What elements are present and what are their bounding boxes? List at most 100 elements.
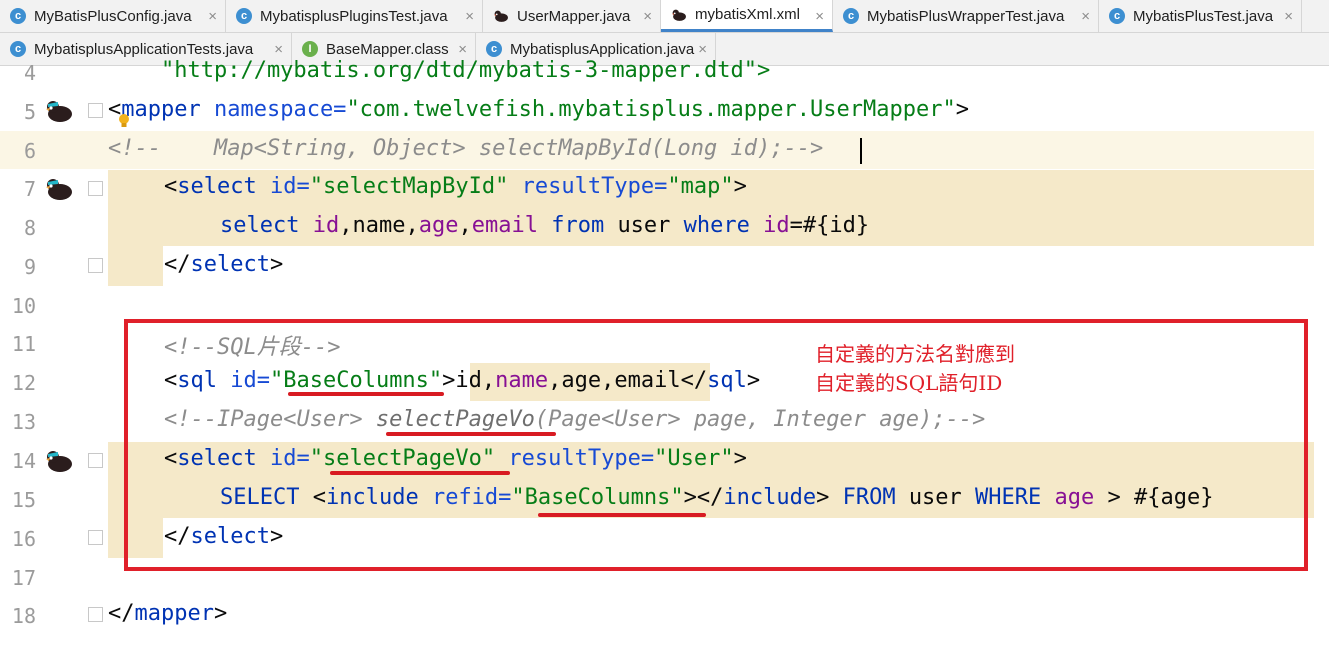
resulttype-attr: resultType= (508, 174, 668, 199)
lightbulb-icon[interactable] (117, 112, 131, 130)
tag-bracket: < (164, 174, 178, 199)
sql-table: user (617, 213, 671, 238)
text-caret (860, 138, 862, 164)
tab-label: UserMapper.java (517, 7, 631, 25)
line-number: 11 (11, 332, 36, 356)
tab-mybatisxml-xml[interactable]: mybatisXml.xml × (661, 0, 833, 32)
tab-mybatisplusconfig-java[interactable]: c MyBatisPlusConfig.java × (0, 0, 226, 32)
code-editor[interactable]: 4 "http://mybatis.org/dtd/mybatis-3-mapp… (0, 58, 1329, 648)
line-number: 16 (11, 527, 36, 551)
mybatis-navigate-icon[interactable] (44, 98, 74, 124)
code-line-7: 7 <select id="selectMapById" resultType=… (0, 170, 1329, 209)
code-text: <!-- Map<String, Object> selectMapById(L… (108, 136, 823, 161)
fold-end-icon[interactable] (88, 530, 103, 545)
code-line-9: 9 </select> (0, 248, 1329, 287)
code-text: <select id="selectMapById" resultType="m… (164, 174, 747, 199)
code-text: </select> (164, 252, 283, 277)
tag-bracket: > (269, 252, 284, 277)
line-number: 8 (23, 216, 36, 240)
line-number: 5 (23, 100, 36, 124)
namespace-value: "com.twelvefish.mybatisplus.mapper.UserM… (346, 97, 956, 122)
select-tag: select (177, 174, 257, 199)
sql-keyword: from (551, 213, 605, 238)
line-number: 12 (11, 371, 36, 395)
close-icon[interactable]: × (1081, 8, 1090, 25)
fold-toggle-icon[interactable] (88, 181, 103, 196)
line-number: 7 (23, 177, 36, 201)
close-icon[interactable]: × (1284, 8, 1293, 25)
sql-column: id (763, 213, 790, 238)
tab-label: MybatisPlusWrapperTest.java (867, 7, 1065, 25)
code-line-6: 6 <!-- Map<String, Object> selectMapById… (0, 132, 1329, 171)
sql-column: age (418, 213, 459, 238)
dtd-url: "http://mybatis.org/dtd/mybatis-3-mapper… (108, 58, 771, 83)
close-icon[interactable]: × (208, 8, 217, 25)
id-attr: id= (256, 174, 310, 199)
fold-toggle-icon[interactable] (88, 103, 103, 118)
close-icon[interactable]: × (465, 8, 474, 25)
tab-mybatisplustest-java[interactable]: c MybatisPlusTest.java × (1099, 0, 1302, 32)
annotation-text-line-1: 自定義的方法名對應到 (815, 342, 1015, 366)
selectpagevo-underline (330, 471, 510, 475)
mapper-tag: mapper (134, 601, 214, 626)
tag-bracket: </ (108, 601, 135, 626)
code-text: select id,name,age,email from user where… (220, 213, 869, 238)
class-icon: c (1109, 8, 1125, 24)
line-number: 17 (11, 566, 36, 590)
annotation-box (124, 319, 1308, 571)
line-number: 14 (11, 449, 36, 473)
line-number: 9 (23, 255, 36, 279)
sql-param: =#{id} (789, 213, 870, 238)
select-tag: select (190, 252, 270, 277)
line-number: 10 (11, 294, 36, 318)
line-number: 18 (11, 604, 36, 628)
comma: , (458, 213, 472, 238)
mybatis-navigate-icon[interactable] (44, 176, 74, 202)
code-line-18: 18 </mapper> (0, 597, 1329, 636)
id-value: "selectMapById" (309, 174, 509, 199)
mybatis-bird-icon (493, 8, 509, 24)
basecolumns-underline (288, 392, 444, 396)
annotation-text-line-2: 自定義的SQL語句ID (815, 371, 1003, 395)
tag-bracket: > (213, 601, 228, 626)
tab-label: mybatisXml.xml (695, 6, 801, 23)
line-number: 13 (11, 410, 36, 434)
namespace-attr: namespace= (200, 97, 347, 122)
tag-bracket: > (733, 174, 747, 199)
mybatis-bird-icon (671, 7, 687, 23)
tag-bracket: > (955, 97, 969, 122)
comma: , (405, 213, 419, 238)
mapper-tag: mapper (121, 97, 201, 122)
mybatis-navigate-icon[interactable] (44, 448, 74, 474)
class-icon: c (236, 8, 252, 24)
sql-column: name (352, 213, 406, 238)
sql-keyword: where (683, 213, 750, 238)
code-line-8: 8 select id,name,age,email from user whe… (0, 209, 1329, 248)
fold-end-icon[interactable] (88, 607, 103, 622)
sql-column: email (471, 213, 538, 238)
fold-end-icon[interactable] (88, 258, 103, 273)
tab-label: MyBatisPlusConfig.java (34, 7, 192, 25)
code-text: "http://mybatis.org/dtd/mybatis-3-mapper… (108, 58, 770, 83)
code-text: </mapper> (108, 601, 227, 626)
code-text: <mapper namespace="com.twelvefish.mybati… (108, 97, 969, 122)
tab-usermapper-java[interactable]: UserMapper.java × (483, 0, 661, 32)
fold-toggle-icon[interactable] (88, 453, 103, 468)
basecolumns-underline (538, 513, 706, 517)
resulttype-value: "map" (667, 174, 734, 199)
close-icon[interactable]: × (815, 8, 824, 25)
class-icon: c (843, 8, 859, 24)
tag-bracket: </ (164, 252, 191, 277)
comment: <!-- Map<String, Object> selectMapById(L… (108, 136, 824, 161)
tab-label: MybatisplusPluginsTest.java (260, 7, 448, 25)
code-line-5: 5 <mapper namespace="com.twelvefish.myba… (0, 93, 1329, 132)
tab-mybatispluspluginstest-java[interactable]: c MybatisplusPluginsTest.java × (226, 0, 483, 32)
sql-column: id (312, 213, 340, 238)
close-icon[interactable]: × (643, 8, 652, 25)
tab-mybatispluswrappertest-java[interactable]: c MybatisPlusWrapperTest.java × (833, 0, 1099, 32)
code-line-4: 4 "http://mybatis.org/dtd/mybatis-3-mapp… (0, 54, 1329, 93)
